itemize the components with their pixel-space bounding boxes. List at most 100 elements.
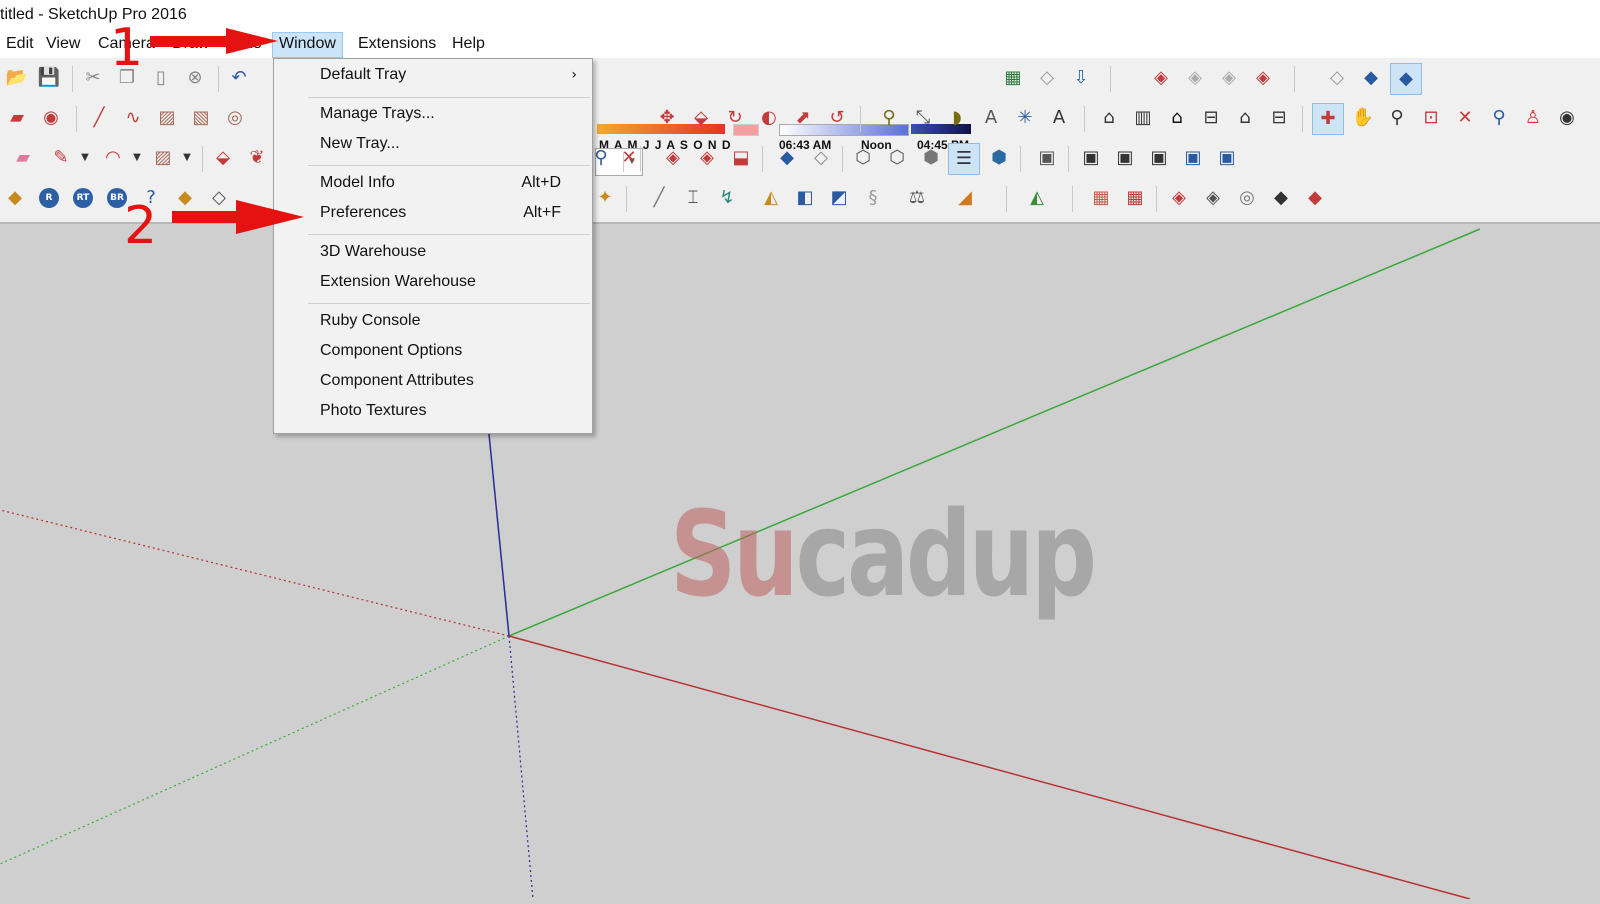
push-pull-icon[interactable]: ⬙ bbox=[688, 105, 714, 131]
sandbox-flip-icon[interactable]: § bbox=[860, 185, 886, 211]
menu-item-model-info[interactable]: Model Info Alt+D bbox=[275, 169, 591, 197]
menu-item-manage-trays[interactable]: Manage Trays... bbox=[275, 100, 591, 128]
materials-icon[interactable]: ◉ bbox=[38, 105, 64, 131]
back-edges-icon[interactable]: ◇ bbox=[808, 145, 834, 171]
section-plane-icon[interactable]: ◆ bbox=[1358, 65, 1384, 91]
wireframe-icon[interactable]: ⬡ bbox=[850, 145, 876, 171]
extrude-icon[interactable]: ◢ bbox=[952, 185, 978, 211]
scale-icon[interactable]: ⬈ bbox=[790, 105, 816, 131]
share-model-icon[interactable]: ◈ bbox=[694, 145, 720, 171]
3d-text-icon[interactable]: A bbox=[1046, 105, 1072, 131]
position-camera-icon[interactable]: ♙ bbox=[1520, 105, 1546, 131]
circle-icon[interactable]: ◎ bbox=[222, 105, 248, 131]
component-gray-2-icon[interactable]: ◈ bbox=[1216, 65, 1242, 91]
solid-union-icon[interactable]: ▣ bbox=[1146, 145, 1172, 171]
sandbox-contour-icon[interactable]: ╱ bbox=[646, 185, 672, 211]
sandbox-detail-icon[interactable]: ◩ bbox=[826, 185, 852, 211]
menu-window[interactable]: Window bbox=[272, 32, 343, 58]
sandbox-stamp-icon[interactable]: ◭ bbox=[758, 185, 784, 211]
arc-icon[interactable]: ◠ bbox=[100, 145, 126, 171]
iso-view-icon[interactable]: ⌂ bbox=[1096, 105, 1122, 131]
zoom-extents-2-icon[interactable]: ✕ bbox=[616, 145, 642, 171]
component-icon[interactable]: ◈ bbox=[1148, 65, 1174, 91]
solid-intersect-icon[interactable]: ▣ bbox=[1112, 145, 1138, 171]
import-icon[interactable]: ⇩ bbox=[1068, 65, 1094, 91]
zoom-extents-icon[interactable]: ✕ bbox=[1452, 105, 1478, 131]
mirror-icon[interactable]: ◭ bbox=[1024, 185, 1050, 211]
right-view-icon[interactable]: ⊟ bbox=[1198, 105, 1224, 131]
zoom-window-icon[interactable]: ⊡ bbox=[1418, 105, 1444, 131]
rectangle-icon[interactable]: ▨ bbox=[154, 105, 180, 131]
top-view-icon[interactable]: ▥ bbox=[1130, 105, 1156, 131]
terrain-2-icon[interactable]: ◈ bbox=[1200, 185, 1226, 211]
freehand-icon[interactable]: ∿ bbox=[120, 105, 146, 131]
menu-help[interactable]: Help bbox=[446, 32, 491, 56]
pencil-icon[interactable]: ✎ bbox=[48, 145, 74, 171]
light-icon[interactable]: ✦ bbox=[592, 185, 618, 211]
chevron-down-icon[interactable]: ▼ bbox=[124, 145, 150, 171]
scale-balance-icon[interactable]: ⚖ bbox=[904, 185, 930, 211]
grid-icon[interactable]: ▦ bbox=[1122, 185, 1148, 211]
geo-location-icon[interactable]: ▦ bbox=[1000, 65, 1026, 91]
solid-subtract-icon[interactable]: ▣ bbox=[1180, 145, 1206, 171]
menu-item-component-options[interactable]: Component Options bbox=[275, 337, 591, 365]
tape-measure-icon[interactable]: ⚲ bbox=[876, 105, 902, 131]
r-circle-icon[interactable]: R bbox=[36, 185, 62, 211]
eraser-icon[interactable]: ▰ bbox=[10, 145, 36, 171]
axes-icon[interactable]: ✳ bbox=[1012, 105, 1038, 131]
rotated-rectangle-icon[interactable]: ▧ bbox=[188, 105, 214, 131]
protractor-icon[interactable]: ◗ bbox=[944, 105, 970, 131]
photo-texture-icon[interactable]: ◇ bbox=[1034, 65, 1060, 91]
sandbox-scratch-icon[interactable]: ⌶ bbox=[680, 185, 706, 211]
solid-trim-icon[interactable]: ▣ bbox=[1214, 145, 1240, 171]
shaded-icon[interactable]: ⬢ bbox=[918, 145, 944, 171]
menu-item-preferences[interactable]: Preferences Alt+F bbox=[275, 199, 591, 227]
paint-bucket-icon[interactable]: ▰ bbox=[4, 105, 30, 131]
menu-view[interactable]: View bbox=[40, 32, 86, 56]
menu-item-new-tray[interactable]: New Tray... bbox=[275, 130, 591, 158]
orbit-icon[interactable]: ✚ bbox=[1312, 103, 1344, 135]
menu-item-ruby-console[interactable]: Ruby Console bbox=[275, 307, 591, 335]
terrain-4-icon[interactable]: ◆ bbox=[1302, 185, 1328, 211]
make-faces-icon[interactable]: ▦ bbox=[1088, 185, 1114, 211]
cut-icon[interactable]: ✂ bbox=[80, 65, 106, 91]
front-view-icon[interactable]: ⌂ bbox=[1164, 105, 1190, 131]
shape-icon[interactable]: ▨ bbox=[150, 145, 176, 171]
terrain-icon[interactable]: ◈ bbox=[1166, 185, 1192, 211]
section-display-icon[interactable]: ◆ bbox=[1390, 63, 1422, 95]
sandbox-drape-icon[interactable]: ◧ bbox=[792, 185, 818, 211]
bag-icon[interactable]: ◎ bbox=[1234, 185, 1260, 211]
hidden-line-icon[interactable]: ⬡ bbox=[884, 145, 910, 171]
chevron-down-icon[interactable]: ▼ bbox=[72, 145, 98, 171]
menu-edit[interactable]: Edit bbox=[0, 32, 40, 56]
component-red-icon[interactable]: ◈ bbox=[1250, 65, 1276, 91]
back-view-icon[interactable]: ⌂ bbox=[1232, 105, 1258, 131]
push-pull-2-icon[interactable]: ⬙ bbox=[210, 145, 236, 171]
pan-icon[interactable]: ✋ bbox=[1350, 105, 1376, 131]
dimension-icon[interactable]: ⤡ bbox=[910, 105, 936, 131]
rotate-icon[interactable]: ↻ bbox=[722, 105, 748, 131]
save-icon[interactable]: 💾 bbox=[36, 65, 62, 91]
solid-outer-shell-icon[interactable]: ▣ bbox=[1078, 145, 1104, 171]
follow-me-icon[interactable]: ◐ bbox=[756, 105, 782, 131]
terrain-3-icon[interactable]: ◆ bbox=[1268, 185, 1294, 211]
look-around-icon[interactable]: ◉ bbox=[1554, 105, 1580, 131]
undo-icon[interactable]: ↶ bbox=[226, 65, 252, 91]
erase-icon[interactable]: ⊗ bbox=[182, 65, 208, 91]
follow-me-2-icon[interactable]: ❦ bbox=[244, 145, 270, 171]
move-icon[interactable]: ✥ bbox=[654, 105, 680, 131]
share-component-icon[interactable]: ⬓ bbox=[728, 145, 754, 171]
tag-icon[interactable]: ◆ bbox=[2, 185, 28, 211]
xray-icon[interactable]: ◆ bbox=[774, 145, 800, 171]
zoom-icon[interactable]: ⚲ bbox=[1384, 105, 1410, 131]
monochrome-icon[interactable]: ⬢ bbox=[986, 145, 1012, 171]
offset-icon[interactable]: ↺ bbox=[824, 105, 850, 131]
component-gray-icon[interactable]: ◈ bbox=[1182, 65, 1208, 91]
line-icon[interactable]: ╱ bbox=[86, 105, 112, 131]
warehouse-icon[interactable]: ◈ bbox=[660, 145, 686, 171]
text-icon[interactable]: A bbox=[978, 105, 1004, 131]
menu-extensions[interactable]: Extensions bbox=[352, 32, 442, 56]
menu-item-component-attributes[interactable]: Component Attributes bbox=[275, 367, 591, 395]
layers-icon[interactable]: ▣ bbox=[1034, 145, 1060, 171]
rt-circle-icon[interactable]: RT bbox=[70, 185, 96, 211]
